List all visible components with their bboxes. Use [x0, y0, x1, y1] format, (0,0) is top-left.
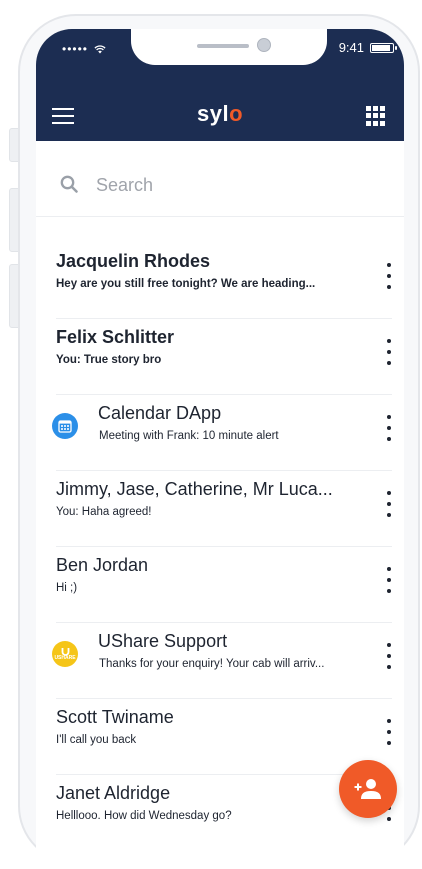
conversation-title: Calendar DApp — [98, 403, 222, 423]
conversation-row[interactable]: Jacquelin Rhodes Hey are you still free … — [36, 243, 404, 319]
conversation-preview: Meeting with Frank: 10 minute alert — [99, 430, 279, 442]
search-icon — [60, 175, 78, 193]
camera-icon — [257, 38, 271, 52]
conversation-row[interactable]: Calendar DApp Meeting with Frank: 10 min… — [36, 395, 404, 471]
more-options-icon[interactable] — [386, 263, 392, 289]
add-contact-icon — [354, 779, 381, 799]
conversation-preview: You: True story bro — [56, 354, 162, 366]
conversation-row[interactable]: Ben Jordan Hi ;) — [36, 547, 404, 623]
conversation-row[interactable]: Felix Schlitter You: True story bro — [36, 319, 404, 395]
conversation-title: Scott Twiname — [56, 707, 174, 727]
conversation-preview: Hi ;) — [56, 582, 78, 594]
status-right: 9:41 — [338, 40, 397, 55]
status-time: 9:41 — [338, 40, 364, 55]
conversation-preview: Thanks for your enquiry! Your cab will a… — [99, 658, 325, 670]
conversation-title: Jacquelin Rhodes — [56, 251, 211, 271]
conversation-row[interactable]: Scott Twiname I'll call you back — [36, 699, 404, 775]
status-signal: ••••• — [62, 42, 106, 56]
search-input[interactable] — [94, 173, 358, 197]
top-bar: ••••• 9:41 sylo — [36, 29, 404, 141]
conversation-title: Jimmy, Jase, Catherine, Mr Luca... — [56, 479, 333, 499]
conversation-preview: Helllooo. How did Wednesday go? — [56, 810, 232, 822]
conversation-title: Felix Schlitter — [56, 327, 175, 347]
more-options-icon[interactable] — [386, 339, 392, 365]
conversation-title: Ben Jordan — [56, 555, 149, 575]
battery-icon — [370, 42, 397, 53]
phone-notch — [131, 29, 327, 65]
calendar-icon — [52, 413, 78, 439]
conversation-row[interactable]: USHARE UShare Support Thanks for your en… — [36, 623, 404, 699]
signal-dots: ••••• — [62, 42, 89, 56]
speaker-grille — [197, 44, 249, 48]
add-contact-button[interactable] — [339, 760, 397, 818]
conversation-title: UShare Support — [98, 631, 228, 651]
conversation-preview: Hey are you still free tonight? We are h… — [56, 278, 316, 290]
more-options-icon[interactable] — [386, 415, 392, 441]
conversation-list: Jacquelin Rhodes Hey are you still free … — [36, 243, 404, 851]
more-options-icon[interactable] — [386, 567, 392, 593]
sylo-logo: sylo — [196, 101, 244, 126]
conversation-preview: You: Haha agreed! — [56, 506, 152, 518]
ushare-logo-icon: USHARE — [52, 641, 78, 667]
conversation-row[interactable]: Jimmy, Jase, Catherine, Mr Luca... You: … — [36, 471, 404, 547]
apps-grid-icon[interactable] — [366, 106, 386, 126]
wifi-icon — [94, 44, 106, 53]
more-options-icon[interactable] — [386, 643, 392, 669]
conversation-title: Janet Aldridge — [56, 783, 171, 803]
conversation-preview: I'll call you back — [56, 734, 137, 746]
more-options-icon[interactable] — [386, 719, 392, 745]
divider — [36, 216, 404, 217]
app-screen: ••••• 9:41 sylo Jacqueli — [36, 29, 404, 869]
search-bar — [36, 169, 404, 217]
more-options-icon[interactable] — [386, 491, 392, 517]
